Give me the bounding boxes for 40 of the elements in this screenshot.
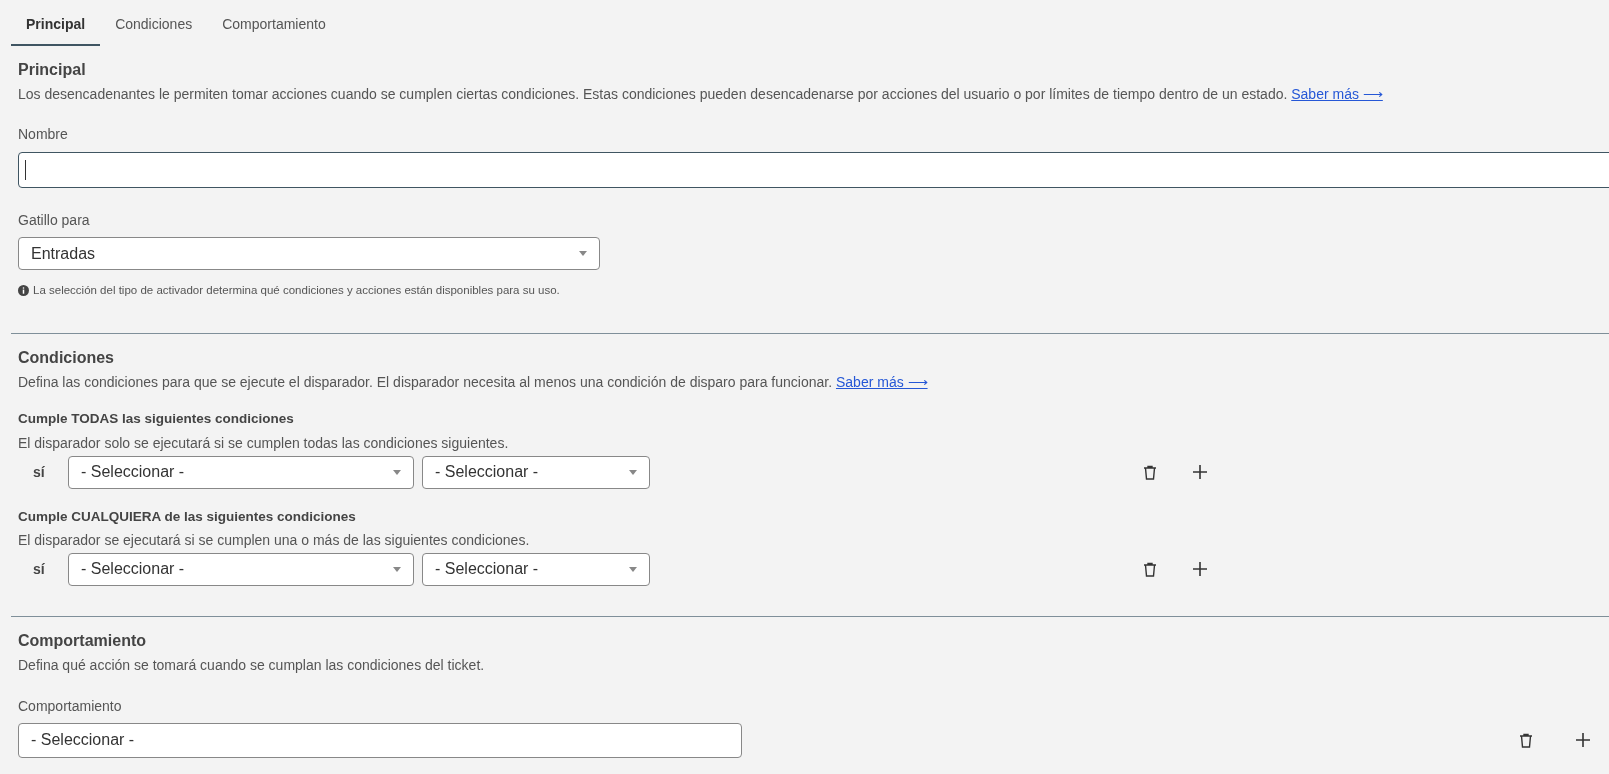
field-label: Nombre bbox=[18, 125, 69, 144]
select-dropdown[interactable]: - Seleccionar - bbox=[18, 722, 742, 758]
section-title: Comportamiento bbox=[18, 630, 147, 651]
dropdown-caret-icon bbox=[393, 566, 401, 572]
section-title: Principal bbox=[18, 60, 87, 80]
group-title: Cumple TODAS las siguientes condiciones bbox=[18, 410, 295, 429]
hint-text: La selección del tipo de activador determina qué condiciones y acciones están disponibles para su uso. bbox=[33, 283, 560, 298]
name-input[interactable] bbox=[18, 152, 1609, 188]
select-dropdown[interactable]: - Seleccionar - bbox=[68, 552, 414, 586]
select-dropdown[interactable]: - Seleccionar - bbox=[68, 455, 414, 489]
dropdown-caret-icon bbox=[393, 469, 401, 475]
learn-more-link[interactable]: Saber más ⟶ bbox=[1291, 86, 1383, 102]
tab[interactable]: Comportamiento bbox=[207, 14, 341, 46]
add-icon[interactable] bbox=[1192, 464, 1208, 480]
field-label: Gatillo para bbox=[18, 211, 91, 230]
trash-icon[interactable] bbox=[1519, 732, 1533, 748]
dropdown-caret-icon bbox=[579, 251, 587, 256]
dropdown-caret-icon bbox=[629, 566, 637, 572]
learn-more-link[interactable]: Saber más ⟶ bbox=[835, 374, 928, 391]
add-icon[interactable] bbox=[1192, 561, 1208, 578]
section-description: Defina qué acción se tomará cuando se cumplan las condiciones del ticket. bbox=[18, 655, 486, 675]
tab[interactable]: Principal bbox=[11, 14, 101, 46]
section-description: Los desencadenantes le permiten tomar acciones cuando se cumplen ciertas condiciones. Estas condiciones pueden desencadenarse por acciones del usuario o por límites de tiempo dentro de un estado. Saber más ⟶ bbox=[18, 85, 1384, 104]
section-title: Condiciones bbox=[18, 348, 115, 369]
group-title: Cumple CUALQUIERA de las siguientes condiciones bbox=[18, 507, 357, 526]
select-dropdown[interactable]: - Seleccionar - bbox=[422, 552, 650, 586]
group-description: El disparador solo se ejecutará si se cumplen todas las condiciones siguientes. bbox=[18, 433, 510, 453]
trash-icon[interactable] bbox=[1143, 561, 1157, 577]
section-description: Defina las condiciones para que se ejecute el disparador. El disparador necesita al menos una condición de disparo para funcionar. Saber más ⟶ bbox=[18, 373, 929, 393]
select-dropdown[interactable]: Entradas bbox=[18, 237, 600, 270]
select-dropdown[interactable]: - Seleccionar - bbox=[422, 455, 650, 489]
dropdown-caret-icon bbox=[629, 469, 637, 475]
group-description: El disparador se ejecutará si se cumplen una o más de las siguientes condiciones. bbox=[18, 530, 531, 550]
trash-icon[interactable] bbox=[1143, 464, 1157, 480]
add-icon[interactable] bbox=[1575, 732, 1591, 749]
condition-prefix: sí bbox=[32, 462, 46, 482]
tab[interactable]: Condiciones bbox=[100, 14, 208, 46]
info-icon bbox=[18, 285, 29, 297]
field-label: Comportamiento bbox=[18, 696, 123, 716]
condition-prefix: sí bbox=[32, 559, 46, 579]
